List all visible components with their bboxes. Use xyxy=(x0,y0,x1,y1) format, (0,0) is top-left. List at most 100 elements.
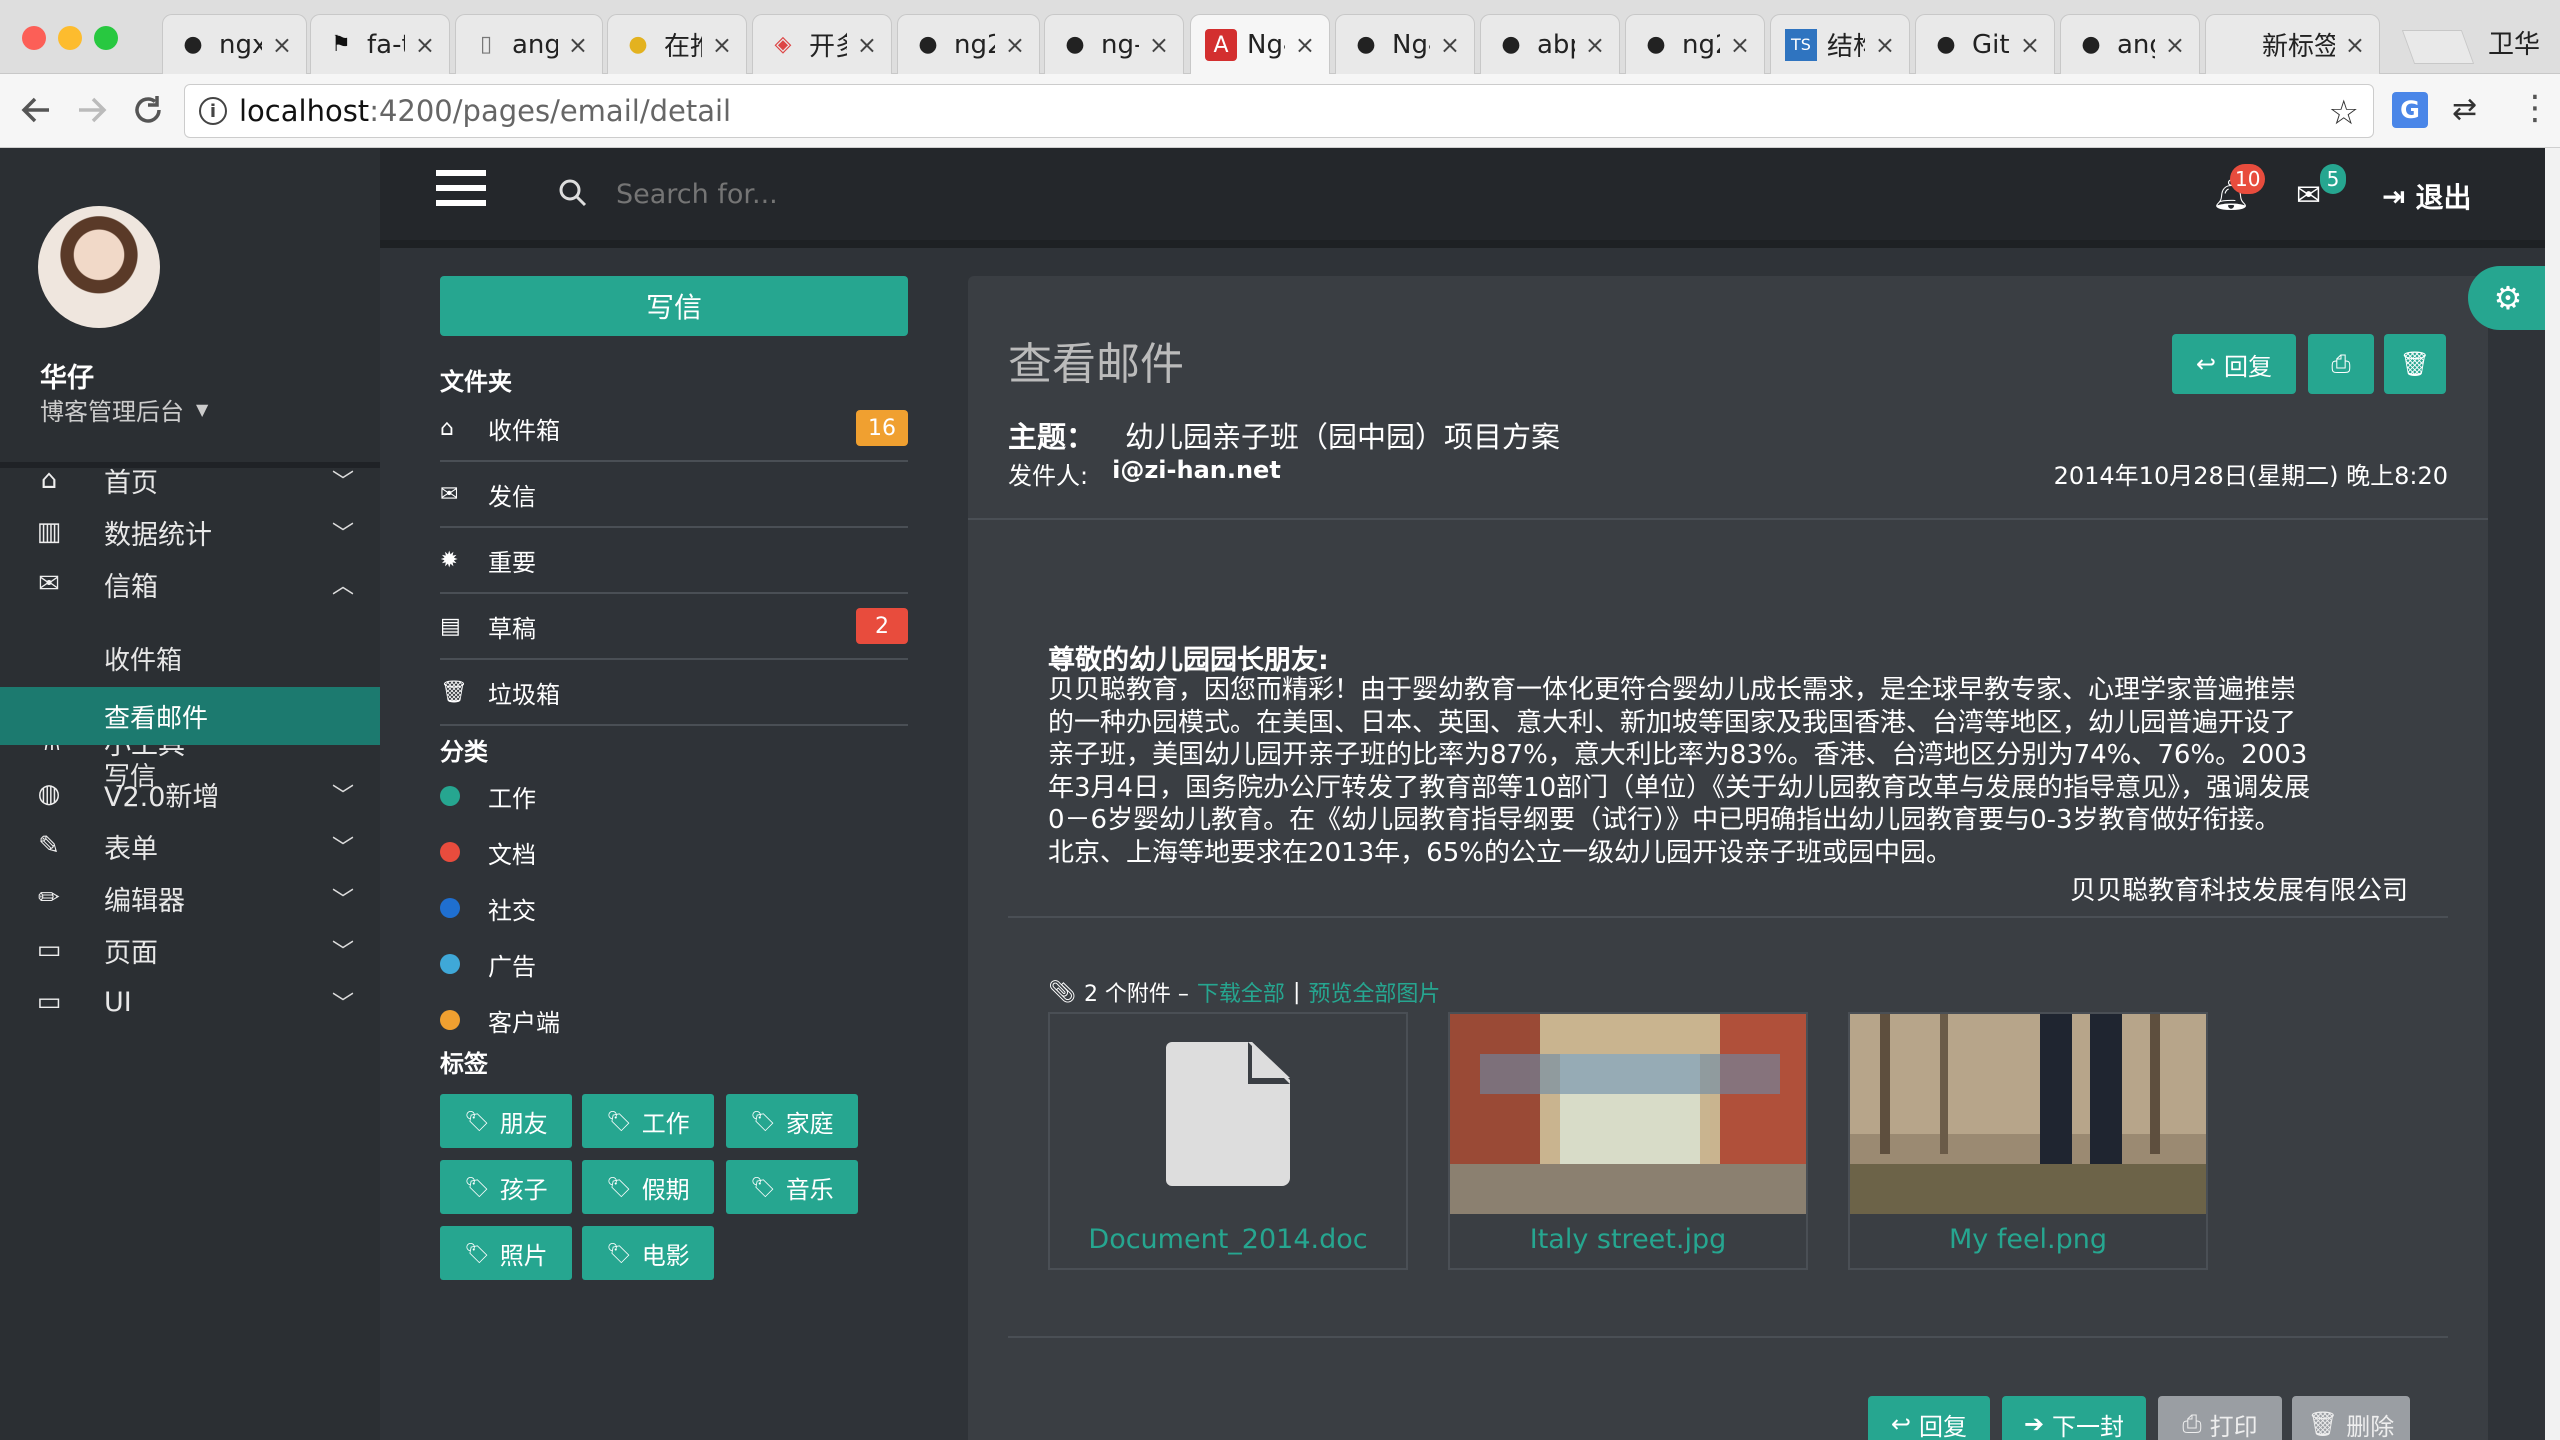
next-email-button[interactable]: ➔ 下一封 xyxy=(2002,1396,2146,1440)
attachment-name[interactable]: My feel.png xyxy=(1850,1224,2206,1255)
github-icon: ● xyxy=(1646,32,1666,57)
logout-button[interactable]: ⇥ 退出 xyxy=(2382,176,2471,216)
maximize-window-button[interactable] xyxy=(94,26,118,50)
tag-label: 音乐 xyxy=(785,1175,834,1204)
reply-button-bottom[interactable]: ↩ 回复 xyxy=(1868,1396,1990,1440)
tab-close-icon[interactable]: × xyxy=(415,31,435,59)
settings-gear-button[interactable]: ⚙ xyxy=(2468,266,2545,330)
browser-menu-icon[interactable]: ⋮ xyxy=(2518,88,2552,128)
category-item[interactable]: 社交 xyxy=(440,888,536,928)
category-item[interactable]: 广告 xyxy=(440,944,536,984)
attachment-card[interactable]: Document_2014.doc xyxy=(1048,1012,1408,1270)
sidebar-item[interactable]: ✉ 信箱 ︿ xyxy=(0,542,380,626)
browser-tab[interactable]: ▯ ang × xyxy=(455,14,603,74)
extension-icon[interactable]: ⇄ xyxy=(2452,92,2477,127)
tag-button[interactable]: 🏷︎ 孩子 xyxy=(440,1160,572,1214)
sidebar-item[interactable]: ▭ UI ﹀ xyxy=(0,960,380,1044)
url-field[interactable]: i localhost:4200/pages/email/detail ☆ xyxy=(184,84,2374,138)
browser-tab[interactable]: ⚑ fa-t × xyxy=(310,14,450,74)
tag-button[interactable]: 🏷︎ 音乐 xyxy=(726,1160,858,1214)
tab-close-icon[interactable]: × xyxy=(2165,31,2185,59)
tab-close-icon[interactable]: × xyxy=(1875,31,1895,59)
reply-button-top[interactable]: ↩ 回复 xyxy=(2172,334,2296,394)
tab-close-icon[interactable]: × xyxy=(1730,31,1750,59)
reply-label: 回复 xyxy=(1919,1412,1968,1440)
translate-extension-icon[interactable]: G xyxy=(2392,92,2428,128)
sidebar-subitem[interactable]: 查看邮件 xyxy=(0,687,380,745)
delete-button-top[interactable]: 🗑︎ xyxy=(2384,334,2446,394)
delete-button-bottom[interactable]: 🗑︎ 删除 xyxy=(2292,1396,2410,1440)
tab-close-icon[interactable]: × xyxy=(2020,31,2040,59)
category-dot-icon xyxy=(440,786,460,806)
attachment-name[interactable]: Italy street.jpg xyxy=(1450,1224,1806,1255)
attachment-card[interactable]: My feel.png xyxy=(1848,1012,2208,1270)
tab-close-icon[interactable]: × xyxy=(272,31,292,59)
profile-name[interactable]: 卫华 xyxy=(2488,24,2540,61)
tab-close-icon[interactable]: × xyxy=(712,31,732,59)
folder-item[interactable]: ✹ 重要 xyxy=(440,528,908,594)
tab-close-icon[interactable]: × xyxy=(568,31,588,59)
category-item[interactable]: 客户端 xyxy=(440,1000,560,1040)
attachment-card[interactable]: Italy street.jpg xyxy=(1448,1012,1808,1270)
category-item[interactable]: 文档 xyxy=(440,832,536,872)
folder-item[interactable]: ⌂ 收件箱 16 xyxy=(440,396,908,462)
browser-tab[interactable]: ◈ 开多 × xyxy=(752,14,892,74)
tag-button[interactable]: 🏷︎ 电影 xyxy=(582,1226,714,1280)
browser-tab[interactable]: ● Gith × xyxy=(1915,14,2055,74)
browser-tab[interactable]: ● Ng4 × xyxy=(1335,14,1475,74)
browser-tab[interactable]: ● ng2 × xyxy=(1625,14,1765,74)
print-button-bottom[interactable]: ⎙ 打印 xyxy=(2158,1396,2282,1440)
forward-button[interactable] xyxy=(70,88,114,132)
attachment-name[interactable]: Document_2014.doc xyxy=(1050,1224,1406,1255)
browser-tab[interactable]: ● ang × xyxy=(2060,14,2200,74)
reload-button[interactable] xyxy=(126,88,170,132)
browser-tab[interactable]: ● 在推 × xyxy=(607,14,747,74)
tag-button[interactable]: 🏷︎ 照片 xyxy=(440,1226,572,1280)
new-tab-button[interactable] xyxy=(2401,30,2475,64)
tab-close-icon[interactable]: × xyxy=(857,31,877,59)
github-icon: ● xyxy=(1501,32,1521,57)
email-body-line: 的一种办园模式。在美国、日本、英国、意大利、新加坡等国家及我国香港、台湾等地区，… xyxy=(1048,707,2297,738)
tab-close-icon[interactable]: × xyxy=(1005,31,1025,59)
folder-item[interactable]: 🗑︎ 垃圾箱 xyxy=(440,660,908,726)
preview-all-link[interactable]: 预览全部图片 xyxy=(1308,976,1440,1008)
minimize-window-button[interactable] xyxy=(58,26,82,50)
compose-button[interactable]: 写信 xyxy=(440,276,908,336)
back-button[interactable] xyxy=(14,88,58,132)
close-window-button[interactable] xyxy=(22,26,46,50)
tab-title: 开多 xyxy=(809,32,847,62)
browser-tab[interactable]: ● ngx × xyxy=(162,14,307,74)
page-scrollbar[interactable] xyxy=(2545,148,2560,1440)
tab-close-icon[interactable]: × xyxy=(2345,31,2365,59)
download-all-link[interactable]: 下载全部 xyxy=(1197,976,1285,1008)
tab-close-icon[interactable]: × xyxy=(1295,31,1315,59)
bookmark-star-icon[interactable]: ☆ xyxy=(2329,93,2359,133)
browser-tab[interactable]: TS 结构 × xyxy=(1770,14,1910,74)
tag-button[interactable]: 🏷︎ 家庭 xyxy=(726,1094,858,1148)
tab-close-icon[interactable]: × xyxy=(1585,31,1605,59)
print-button-top[interactable]: ⎙ xyxy=(2308,334,2374,394)
sidebar-subitem[interactable]: 收件箱 xyxy=(0,629,380,687)
avatar[interactable] xyxy=(38,206,160,328)
browser-tab[interactable]: ● abp × xyxy=(1480,14,1620,74)
sidebar-subitem[interactable]: 写信 xyxy=(0,745,380,803)
tab-close-icon[interactable]: × xyxy=(1440,31,1460,59)
email-from[interactable]: i@zi-han.net xyxy=(1112,456,1281,491)
browser-tab[interactable]: 新标签页 × xyxy=(2205,14,2380,74)
category-item[interactable]: 工作 xyxy=(440,776,536,816)
tag-button[interactable]: 🏷︎ 工作 xyxy=(582,1094,714,1148)
tag-button[interactable]: 🏷︎ 朋友 xyxy=(440,1094,572,1148)
browser-tab[interactable]: ● ng2 × xyxy=(897,14,1040,74)
info-icon[interactable]: i xyxy=(199,97,227,125)
browser-tab[interactable]: A Ng4 × xyxy=(1190,14,1330,75)
search-input[interactable] xyxy=(616,172,1216,216)
folder-item[interactable]: ▤ 草稿 2 xyxy=(440,594,908,660)
browser-tab[interactable]: ● ng- × xyxy=(1044,14,1184,74)
trash-icon: 🗑︎ xyxy=(2399,350,2431,378)
hamburger-menu-icon[interactable] xyxy=(436,170,486,214)
folder-item[interactable]: ✉ 发信 xyxy=(440,462,908,528)
tag-button[interactable]: 🏷︎ 假期 xyxy=(582,1160,714,1214)
messages-envelope-icon[interactable]: ✉︎ xyxy=(2296,178,2321,213)
tab-close-icon[interactable]: × xyxy=(1149,31,1169,59)
user-role-dropdown[interactable]: 博客管理后台 ▼ xyxy=(40,392,208,427)
